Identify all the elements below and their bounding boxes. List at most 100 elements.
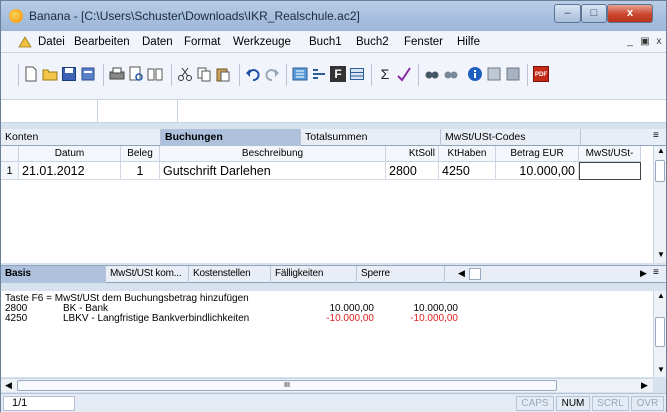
tab-faelligkeiten[interactable]: Fälligkeiten [271,266,357,283]
bold-icon[interactable]: F [330,66,346,82]
cell-ktsoll[interactable]: 2800 [386,162,439,180]
find-next-icon[interactable] [443,66,459,82]
menu-daten[interactable]: Daten [142,36,173,48]
tab-basis[interactable]: Basis [1,266,106,283]
scroll-thumb[interactable] [655,160,665,182]
recheck-icon[interactable] [505,66,521,82]
tab-kostenstellen[interactable]: Kostenstellen [189,266,271,283]
document-menu-icon[interactable] [18,35,32,48]
mdi-restore-button[interactable]: ▣ [638,35,652,49]
menu-bearbeiten[interactable]: Bearbeiten [74,36,130,48]
column-header-mwst[interactable]: MwSt/USt- [579,146,641,162]
sum-icon[interactable]: Σ [377,66,393,82]
info-amount-negative: -10.000,00 [326,313,374,324]
tab-sperre[interactable]: Sperre [357,266,445,283]
detail-tabs: Basis MwSt/USt kom... Kostenstellen Fäll… [1,265,666,283]
column-header-beschreibung[interactable]: Beschreibung [160,146,386,162]
menu-format[interactable]: Format [184,36,220,48]
toolbar-separator [18,64,19,86]
info-scroll-down-icon[interactable]: ▼ [657,365,665,374]
tab-buchungen[interactable]: Buchungen [161,129,301,146]
check-icon[interactable] [486,66,502,82]
info-scroll-thumb[interactable] [655,317,665,347]
toolbar: F Σ PDF [1,53,666,99]
minimize-button[interactable]: – [554,4,581,23]
info-icon[interactable] [467,66,483,82]
toolbar-separator [239,64,240,86]
info-description: LBKV - Langfristige Bankverbindlichkeite… [63,313,250,324]
horizontal-scrollbar[interactable]: ◀ III ▶ [1,378,653,392]
cell-reference-field[interactable] [1,100,98,122]
app-window: Banana - [C:\Users\Schuster\Downloads\IK… [0,0,667,412]
grid-vertical-scrollbar[interactable]: ▲ ▼ [653,146,666,263]
cell-edit-field[interactable] [98,100,178,122]
close-button[interactable]: x [607,4,653,23]
row-number: 1 [1,162,19,180]
find-icon[interactable] [424,66,440,82]
undo-icon[interactable] [245,66,261,82]
overwrite-indicator: OVR [631,396,664,411]
column-header-datum[interactable]: Datum [19,146,121,162]
open-folder-icon[interactable] [42,66,58,82]
scroll-up-icon[interactable]: ▲ [657,146,665,155]
column-header-betrag[interactable]: Betrag EUR [496,146,579,162]
table-tabs: Konten Buchungen Totalsummen MwSt/USt-Co… [1,129,666,146]
menu-fenster[interactable]: Fenster [404,36,443,48]
menu-werkzeuge[interactable]: Werkzeuge [233,36,291,48]
menu-hilfe[interactable]: Hilfe [457,36,480,48]
menu-datei[interactable]: Datei [38,36,65,48]
maximize-button[interactable]: □ [581,4,607,23]
tab-scroll-left-icon[interactable]: ◀ [458,268,465,279]
redo-icon[interactable] [264,66,280,82]
book-icon[interactable] [147,66,163,82]
tab-mwst-codes[interactable]: MwSt/USt-Codes [441,129,581,146]
mdi-minimize-button[interactable]: _ [623,35,637,49]
column-header-beleg[interactable]: Beleg [121,146,160,162]
num-indicator: NUM [556,396,590,411]
pdf-icon[interactable]: PDF [533,66,549,82]
paste-icon[interactable] [215,66,231,82]
toolbar-separator [286,64,287,86]
tab-scroll-right-icon[interactable]: ▶ [640,268,647,279]
print-preview-icon[interactable] [128,66,144,82]
tab-scroll-thumb[interactable] [469,268,481,280]
info-scroll-up-icon[interactable]: ▲ [657,291,665,300]
menu-buch1[interactable]: Buch1 [309,36,342,48]
banana-logo-icon [9,9,23,23]
formula-bar [1,99,666,123]
toolbar-separator [527,64,528,86]
cell-datum[interactable]: 21.01.2012 [19,162,121,180]
scroll-down-icon[interactable]: ▼ [657,250,665,259]
detail-expand-icon[interactable]: ≡ [653,267,659,278]
menu-buch2[interactable]: Buch2 [356,36,389,48]
cell-betrag[interactable]: 10.000,00 [496,162,579,180]
cell-mwst-selected[interactable] [579,162,641,180]
mdi-close-button[interactable]: x [652,35,666,49]
column-header-ktsoll[interactable]: KtSoll [386,146,439,162]
indent-icon[interactable] [311,66,327,82]
toolbar-separator [418,64,419,86]
column-header-kthaben[interactable]: KtHaben [439,146,496,162]
cut-icon[interactable] [177,66,193,82]
title-bar: Banana - [C:\Users\Schuster\Downloads\IK… [1,1,666,31]
cell-beleg[interactable]: 1 [121,162,160,180]
spellcheck-icon[interactable] [396,66,412,82]
tabs-expand-icon[interactable]: ≡ [653,130,659,141]
hscroll-right-icon[interactable]: ▶ [641,380,648,391]
cell-kthaben[interactable]: 4250 [439,162,496,180]
new-document-icon[interactable] [23,66,39,82]
info-vertical-scrollbar[interactable]: ▲ ▼ [653,291,666,377]
table-icon[interactable] [349,66,365,82]
copy-icon[interactable] [196,66,212,82]
sort-icon[interactable] [292,66,308,82]
scroll-lock-indicator: SCRL [592,396,629,411]
hscroll-left-icon[interactable]: ◀ [5,380,12,391]
cell-beschreibung[interactable]: Gutschrift Darlehen [160,162,386,180]
hscroll-thumb[interactable]: III [17,380,557,391]
tab-konten[interactable]: Konten [1,129,161,146]
print-icon[interactable] [109,66,125,82]
tab-totalsummen[interactable]: Totalsummen [301,129,441,146]
tab-mwst-kom[interactable]: MwSt/USt kom... [106,266,189,283]
save-icon[interactable] [61,66,77,82]
properties-icon[interactable] [80,66,96,82]
